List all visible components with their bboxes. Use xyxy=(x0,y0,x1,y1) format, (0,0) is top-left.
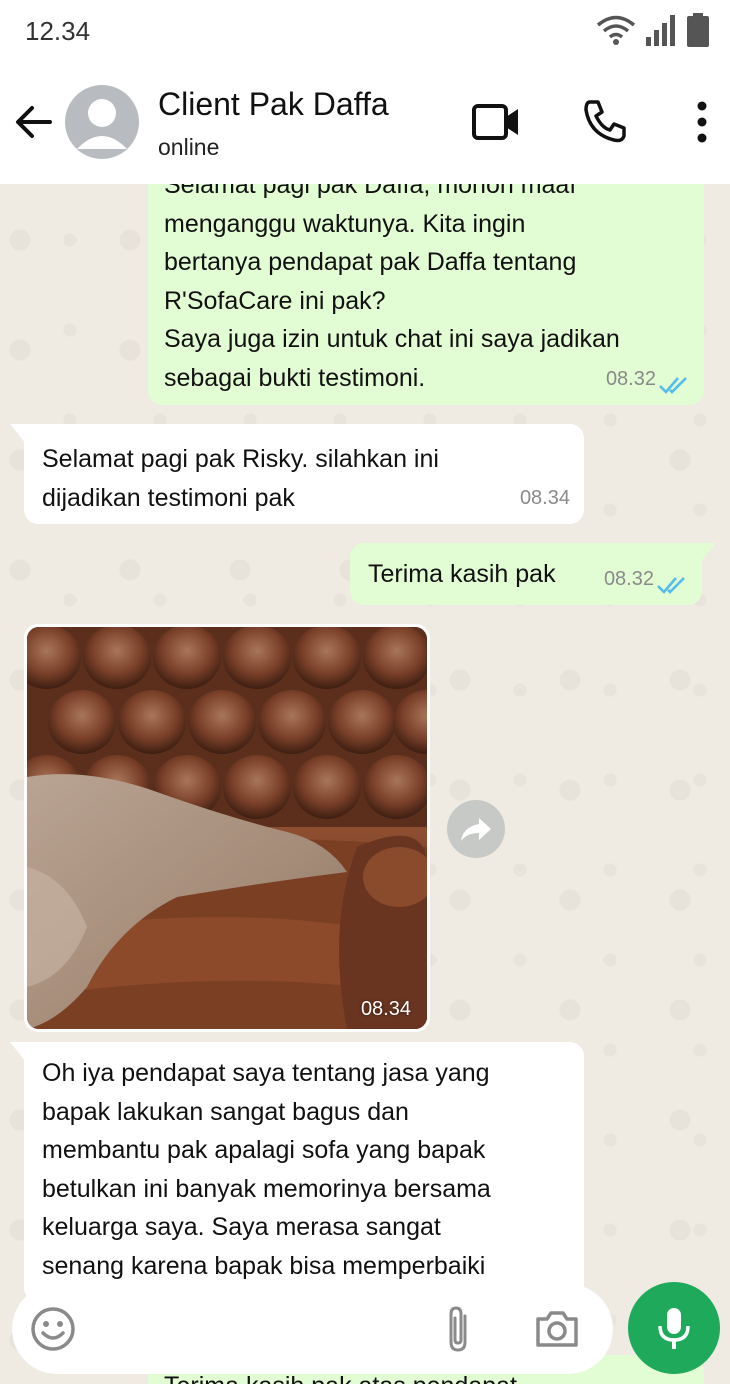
camera-icon[interactable] xyxy=(534,1309,580,1349)
message-bubble-outgoing[interactable]: Selamat pagi pak Daffa, mohon maaf menga… xyxy=(148,160,704,405)
emoji-icon[interactable] xyxy=(30,1306,76,1352)
message-line: bertanya pendapat pak Daffa tentang xyxy=(164,248,577,277)
chat-screen: Selamat pagi pak Daffa, mohon maaf menga… xyxy=(0,0,730,1384)
double-check-read-icon xyxy=(657,577,685,594)
phone-call-icon[interactable] xyxy=(582,98,628,144)
sofa-image xyxy=(27,627,427,1029)
message-line: keluarga saya. Saya merasa sangat xyxy=(42,1213,441,1242)
status-bar: 12.34 xyxy=(0,0,730,62)
message-time: 08.32 xyxy=(603,568,654,591)
status-time: 12.34 xyxy=(25,16,91,46)
message-line: senang karena bapak bisa memperbaiki xyxy=(42,1251,486,1280)
message-line: menganggu waktunya. Kita ingin xyxy=(164,209,526,238)
status-icons xyxy=(596,12,710,48)
bubble-tail xyxy=(10,1042,26,1062)
wifi-icon xyxy=(596,15,636,45)
battery-icon xyxy=(687,13,709,47)
forward-button[interactable] xyxy=(447,800,505,858)
message-line: Selamat pagi pak Risky. silahkan ini xyxy=(42,445,439,473)
message-line: R'SofaCare ini pak? xyxy=(164,286,386,315)
contact-status: online xyxy=(158,134,220,160)
microphone-icon xyxy=(658,1308,690,1349)
message-composer[interactable] xyxy=(12,1284,613,1374)
message-line: Oh iya pendapat saya tentang jasa yang xyxy=(42,1059,490,1087)
message-line: dijadikan testimoni pak xyxy=(42,483,295,512)
double-check-read-icon xyxy=(659,377,687,394)
back-arrow-icon[interactable] xyxy=(14,102,54,142)
forward-icon xyxy=(461,818,491,841)
message-line: membantu pak apalagi sofa yang bapak xyxy=(42,1136,486,1165)
chat-header: Client Pak Daffa online xyxy=(0,62,730,184)
message-bubble-incoming[interactable]: Selamat pagi pak Risky. silahkan ini dij… xyxy=(24,424,584,524)
message-time: 08.34 xyxy=(360,998,411,1020)
message-bubble-outgoing[interactable]: Terima kasih pak 08.32 xyxy=(350,543,702,605)
message-bubble-incoming[interactable]: Oh iya pendapat saya tentang jasa yang b… xyxy=(24,1042,584,1302)
more-vert-icon[interactable] xyxy=(690,100,714,144)
video-call-icon[interactable] xyxy=(470,100,522,144)
bubble-tail xyxy=(10,424,26,444)
avatar-icon xyxy=(77,99,127,149)
message-time: 08.34 xyxy=(519,487,570,510)
attachment-icon[interactable] xyxy=(444,1304,474,1354)
bubble-tail xyxy=(700,543,716,563)
signal-icon xyxy=(646,15,675,46)
voice-record-button[interactable] xyxy=(628,1282,720,1374)
sofa-photo[interactable]: 08.34 xyxy=(27,627,427,1029)
avatar[interactable] xyxy=(65,85,139,159)
message-line: bapak lakukan sangat bagus dan xyxy=(42,1097,409,1126)
message-line: Saya juga izin untuk chat ini saya jadik… xyxy=(164,325,620,354)
contact-name[interactable]: Client Pak Daffa xyxy=(158,86,389,123)
image-message[interactable]: 08.34 xyxy=(24,624,430,1032)
message-time: 08.32 xyxy=(605,368,656,391)
message-line: betulkan ini banyak memorinya bersama xyxy=(42,1174,491,1203)
